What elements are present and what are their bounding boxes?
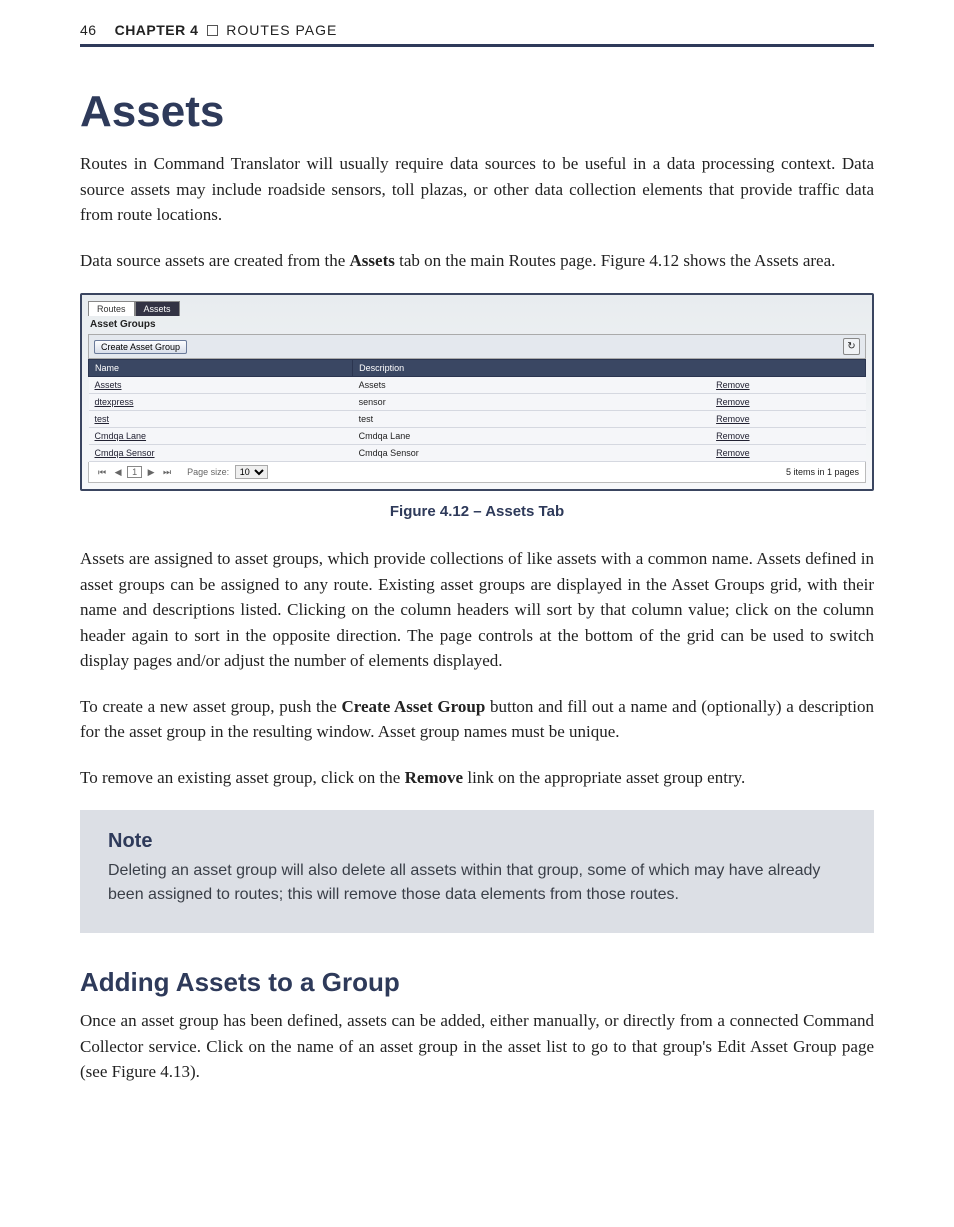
pager-first-icon[interactable]: ⏮	[95, 467, 109, 478]
bold-text: Create Asset Group	[342, 697, 486, 716]
bold-text: Assets	[350, 251, 395, 270]
remove-link[interactable]: Remove	[716, 380, 750, 390]
square-icon	[207, 25, 218, 36]
remove-link[interactable]: Remove	[716, 397, 750, 407]
pager-last-icon[interactable]: ⏭	[160, 467, 174, 478]
intro-paragraph-2: Data source assets are created from the …	[80, 248, 874, 274]
create-asset-group-button[interactable]: Create Asset Group	[94, 340, 187, 354]
text-span: Data source assets are created from the	[80, 251, 350, 270]
note-body: Deleting an asset group will also delete…	[108, 859, 846, 907]
bold-text: Remove	[405, 768, 464, 787]
asset-groups-heading: Asset Groups	[90, 319, 866, 330]
toolbar: Create Asset Group ↻	[88, 334, 866, 359]
asset-group-link[interactable]: Cmdqa Sensor	[95, 448, 155, 458]
table-row: dtexpress sensor Remove	[89, 394, 866, 411]
paragraph-adding-assets: Once an asset group has been defined, as…	[80, 1008, 874, 1085]
paragraph-asset-groups: Assets are assigned to asset groups, whi…	[80, 546, 874, 674]
paragraph-create-group: To create a new asset group, push the Cr…	[80, 694, 874, 745]
note-title: Note	[108, 830, 846, 853]
pager-next-icon[interactable]: ▶	[145, 467, 158, 478]
figure-caption: Figure 4.12 – Assets Tab	[80, 503, 874, 520]
pager-page-input[interactable]: 1	[127, 466, 142, 478]
assets-tab-screenshot: Routes Assets Asset Groups Create Asset …	[80, 293, 874, 491]
pager-summary: 5 items in 1 pages	[786, 467, 859, 477]
asset-group-link[interactable]: Cmdqa Lane	[95, 431, 147, 441]
cell-description: Assets	[353, 377, 710, 394]
table-row: Cmdqa Sensor Cmdqa Sensor Remove	[89, 445, 866, 462]
tab-routes[interactable]: Routes	[88, 301, 135, 316]
page-size-label: Page size:	[184, 467, 232, 477]
table-row: test test Remove	[89, 411, 866, 428]
subheading-adding-assets: Adding Assets to a Group	[80, 967, 874, 998]
asset-groups-grid: Name Description Assets Assets Remove dt…	[88, 359, 866, 462]
asset-group-link[interactable]: test	[95, 414, 110, 424]
cell-description: Cmdqa Lane	[353, 428, 710, 445]
tab-bar: Routes Assets	[88, 301, 866, 316]
cell-description: sensor	[353, 394, 710, 411]
remove-link[interactable]: Remove	[716, 431, 750, 441]
tab-assets[interactable]: Assets	[135, 301, 180, 316]
chapter-label: CHAPTER 4	[115, 22, 199, 38]
cell-description: test	[353, 411, 710, 428]
cell-description: Cmdqa Sensor	[353, 445, 710, 462]
refresh-icon[interactable]: ↻	[843, 338, 860, 355]
page-size-select[interactable]: 10	[235, 465, 268, 479]
section-label: ROUTES PAGE	[226, 22, 337, 38]
asset-group-link[interactable]: dtexpress	[95, 397, 134, 407]
table-row: Assets Assets Remove	[89, 377, 866, 394]
column-header-description[interactable]: Description	[353, 360, 866, 377]
note-box: Note Deleting an asset group will also d…	[80, 810, 874, 933]
table-row: Cmdqa Lane Cmdqa Lane Remove	[89, 428, 866, 445]
text-span: tab on the main Routes page. Figure 4.12…	[395, 251, 836, 270]
text-span: To create a new asset group, push the	[80, 697, 342, 716]
asset-group-link[interactable]: Assets	[95, 380, 122, 390]
remove-link[interactable]: Remove	[716, 448, 750, 458]
running-header: 46 CHAPTER 4 ROUTES PAGE	[80, 22, 874, 47]
column-header-name[interactable]: Name	[89, 360, 353, 377]
remove-link[interactable]: Remove	[716, 414, 750, 424]
pager: ⏮ ◀ 1 ▶ ⏭ Page size: 10 5 items in 1 pag…	[88, 462, 866, 483]
intro-paragraph-1: Routes in Command Translator will usuall…	[80, 151, 874, 228]
page-number: 46	[80, 22, 97, 38]
paragraph-remove-group: To remove an existing asset group, click…	[80, 765, 874, 791]
text-span: To remove an existing asset group, click…	[80, 768, 405, 787]
pager-prev-icon[interactable]: ◀	[112, 467, 125, 478]
text-span: link on the appropriate asset group entr…	[463, 768, 745, 787]
page-title: Assets	[80, 87, 874, 137]
